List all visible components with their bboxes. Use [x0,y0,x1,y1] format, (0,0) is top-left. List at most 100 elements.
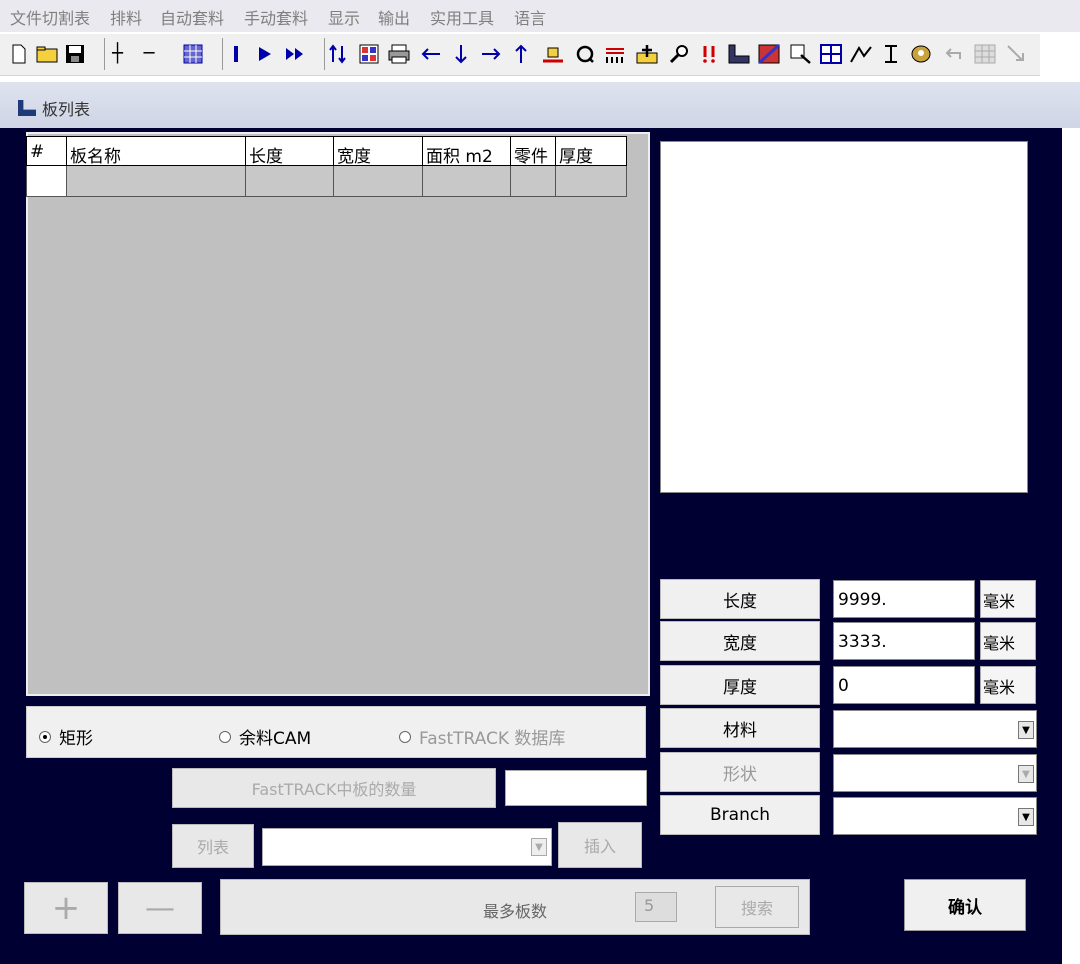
table-row[interactable] [26,166,627,197]
minus-icon[interactable]: ─ [136,38,162,70]
list-button[interactable]: 列表 [172,824,254,868]
fast-forward-icon[interactable] [282,38,308,70]
plus-icon[interactable]: ┼ [104,38,130,70]
branch-select[interactable]: ▼ [833,797,1037,835]
radio-dot[interactable] [39,730,51,743]
table-cell[interactable] [511,166,556,197]
pause-icon[interactable] [222,38,248,70]
red-bars-icon[interactable] [602,38,628,70]
draw-line-icon[interactable] [848,38,874,70]
shape-label: 形状 [660,752,820,792]
chevron-down-icon[interactable]: ▼ [1018,721,1034,739]
radio-rectangle-label: 矩形 [59,729,93,749]
arrow-down-icon[interactable] [448,38,474,70]
table-cell[interactable] [246,166,334,197]
column-header-width[interactable]: 宽度 [334,136,423,166]
undo-icon[interactable] [940,38,966,70]
width-unit: 毫米 [980,622,1036,660]
column-header-length[interactable]: 长度 [246,136,334,166]
save-icon[interactable] [62,38,88,70]
plate-preview [660,141,1028,493]
column-header-parts[interactable]: 零件 [511,136,556,166]
add-plate-button[interactable]: + [24,882,108,934]
color-icon[interactable] [908,38,934,70]
length-field[interactable]: 9999. [833,580,975,618]
menu-tools[interactable]: 实用工具 [430,5,494,29]
corner-disabled-icon[interactable] [1004,38,1030,70]
plate-table[interactable] [26,132,650,696]
max-plates-field[interactable]: 5 [635,892,677,922]
table-cell[interactable] [556,166,627,197]
search-button[interactable]: 搜索 [715,886,799,928]
red-sheet-icon[interactable] [756,38,782,70]
source-radio-group: 矩形 余料CAM FastTRACK 数据库 [26,706,646,758]
max-plates-group: 最多板数 5 搜索 [220,879,810,935]
width-field[interactable]: 3333. [833,622,975,660]
menu-output[interactable]: 输出 [378,5,410,29]
radio-remnant-cam[interactable]: 余料CAM [219,724,311,749]
column-header-thickness[interactable]: 厚度 [556,136,627,166]
new-file-icon[interactable] [6,38,32,70]
radio-fasttrack-db[interactable]: FastTRACK 数据库 [399,724,565,749]
menu-nest[interactable]: 排料 [110,5,142,29]
nest-pattern-icon[interactable] [356,38,382,70]
menu-language[interactable]: 语言 [514,5,546,29]
width-label: 宽度 [660,621,820,661]
align-bottom-icon[interactable] [540,38,566,70]
shape-select[interactable]: ▼ [833,754,1037,792]
menu-manual-nest[interactable]: 手动套料 [244,5,308,29]
remove-plate-button[interactable]: — [118,882,202,934]
radio-dot[interactable] [399,730,411,743]
menu-file-cutlist[interactable]: 文件切割表 [10,5,90,29]
column-header-name[interactable]: 板名称 [67,136,246,166]
fasttrack-count-field[interactable] [505,770,647,806]
add-to-plate-icon[interactable] [634,38,660,70]
confirm-button[interactable]: 确认 [904,879,1026,931]
menu-display[interactable]: 显示 [328,5,360,29]
table-header: # 板名称 长度 宽度 面积 m2 零件 厚度 [26,136,627,166]
arrow-left-icon[interactable] [418,38,444,70]
material-select[interactable]: ▼ [833,710,1037,748]
print-icon[interactable] [386,38,412,70]
radio-remnant-cam-label: 余料CAM [239,729,312,749]
rotate-icon[interactable] [572,38,598,70]
list-select[interactable]: ▼ [262,828,552,866]
thickness-unit: 毫米 [980,666,1036,704]
grid-icon[interactable] [180,38,206,70]
zoom-window-icon[interactable] [788,38,814,70]
table-cell[interactable] [423,166,511,197]
sort-icon[interactable] [324,38,350,70]
text-cursor-icon[interactable] [878,38,904,70]
chevron-down-icon[interactable]: ▼ [1018,765,1034,783]
radio-fasttrack-db-label: FastTRACK 数据库 [419,729,566,749]
plate-list-icon [18,100,36,116]
length-unit: 毫米 [980,580,1036,618]
material-label: 材料 [660,708,820,748]
insert-button[interactable]: 插入 [558,822,642,868]
play-icon[interactable] [252,38,278,70]
column-header-index[interactable]: # [26,136,67,166]
length-label: 长度 [660,579,820,619]
warning-icon[interactable] [696,38,722,70]
menu-auto-nest[interactable]: 自动套料 [160,5,224,29]
arrow-up-icon[interactable] [508,38,534,70]
grid-disabled-icon[interactable] [972,38,998,70]
sheet-icon[interactable] [726,38,752,70]
zoom-all-icon[interactable] [818,38,844,70]
chevron-down-icon[interactable]: ▼ [531,838,547,856]
table-cell[interactable] [67,166,246,197]
fasttrack-count-button[interactable]: FastTRACK中板的数量 [172,768,496,808]
thickness-field[interactable]: 0 [833,666,975,704]
open-folder-icon[interactable] [34,38,60,70]
branch-label: Branch [660,795,820,835]
key-icon[interactable] [666,38,692,70]
thickness-label: 厚度 [660,665,820,705]
radio-dot[interactable] [219,730,231,743]
column-header-area[interactable]: 面积 m2 [423,136,511,166]
chevron-down-icon[interactable]: ▼ [1018,808,1034,826]
table-cell[interactable] [334,166,423,197]
radio-rectangle[interactable]: 矩形 [39,724,93,749]
table-cell[interactable] [26,166,67,197]
arrow-right-icon[interactable] [478,38,504,70]
panel-title-text: 板列表 [42,100,91,119]
